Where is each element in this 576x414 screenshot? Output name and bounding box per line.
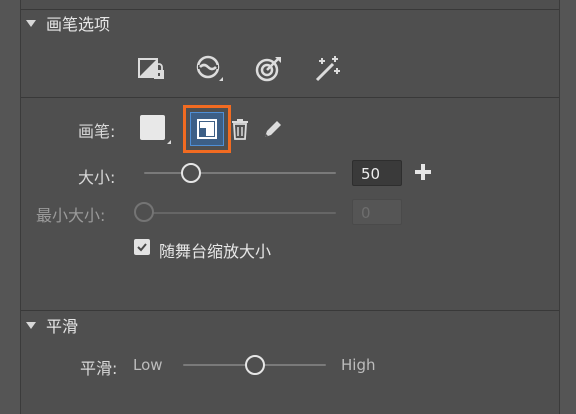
target-button[interactable] (254, 54, 284, 84)
brush-shape-selected (190, 112, 224, 146)
scale-with-stage-checkbox[interactable] (134, 239, 150, 255)
collapse-triangle-icon (26, 321, 36, 329)
smoothing-low-label: Low (133, 356, 163, 374)
min-size-label: 最小大小: (36, 206, 106, 225)
brush-options-header[interactable]: 画笔选项 (26, 12, 110, 34)
divider (21, 310, 559, 311)
edit-brush-button[interactable] (262, 117, 284, 141)
swatch-dropdown-corner (167, 140, 171, 144)
scale-with-stage-label[interactable]: 随舞台缩放大小 (159, 238, 271, 262)
smoothing-title: 平滑 (46, 317, 79, 336)
checkmark-icon (137, 243, 147, 252)
divider (21, 97, 559, 98)
brush-options-title: 画笔选项 (46, 15, 111, 34)
smoothing-header[interactable]: 平滑 (26, 314, 78, 336)
smoothing-slider-thumb[interactable] (245, 355, 265, 375)
trash-icon (232, 119, 248, 140)
pencil-icon (265, 121, 281, 137)
panel-scrollbar[interactable] (559, 0, 576, 414)
min-size-slider-track (144, 212, 336, 214)
brush-shape-icon (197, 119, 217, 139)
brush-swatch[interactable] (140, 115, 165, 140)
smoothing-label: 平滑: (80, 359, 118, 378)
panel-left-edge (0, 0, 21, 414)
size-slider-track[interactable] (144, 172, 336, 174)
brush-mode-icon (196, 55, 223, 81)
size-slider-thumb[interactable] (181, 163, 201, 183)
magic-wand-icon (315, 56, 340, 82)
lock-fill-button[interactable] (136, 54, 166, 84)
collapse-triangle-icon (26, 19, 36, 27)
properties-panel: 画笔选项 画笔: 大小: 50 最小大小: 0 随舞台缩放大小 平滑 平滑: L… (0, 0, 576, 414)
delete-brush-button[interactable] (229, 117, 251, 141)
brush-shape-button[interactable] (183, 105, 231, 153)
brush-mode-button[interactable] (195, 54, 225, 84)
divider (21, 9, 559, 10)
smoothing-high-label: High (341, 356, 376, 374)
brush-label: 画笔: (78, 122, 116, 141)
lock-fill-icon (138, 58, 164, 79)
size-input[interactable]: 50 (352, 160, 402, 186)
magic-wand-button[interactable] (313, 54, 343, 84)
min-size-input: 0 (352, 199, 402, 225)
min-size-slider-thumb (134, 202, 154, 222)
target-icon (255, 57, 281, 82)
size-label: 大小: (78, 168, 116, 187)
increase-size-button[interactable] (414, 163, 432, 181)
